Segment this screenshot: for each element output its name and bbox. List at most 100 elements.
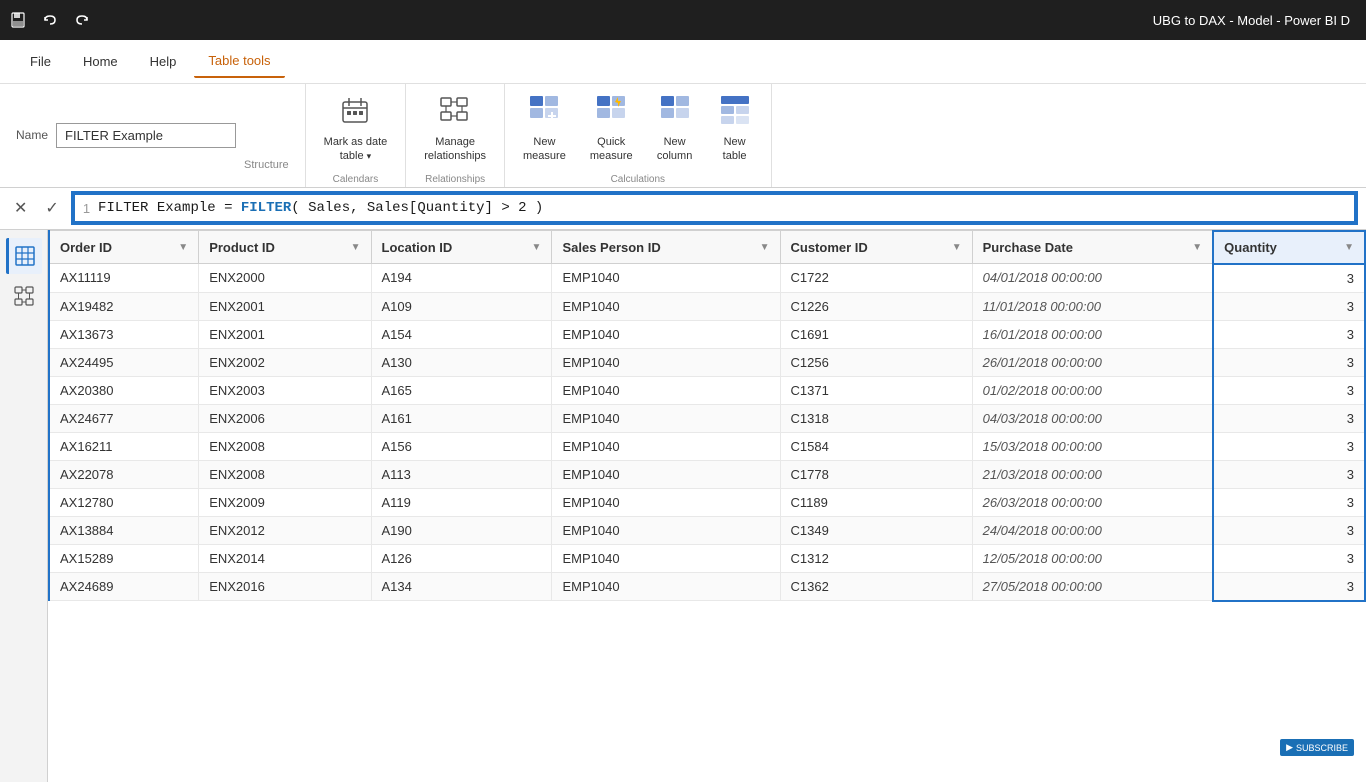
- cell-customer-id: C1318: [780, 404, 972, 432]
- undo-icon[interactable]: [40, 10, 60, 30]
- title-bar: UBG to DAX - Model - Power BI D: [0, 0, 1366, 40]
- cell-location-id: A190: [371, 516, 552, 544]
- col-label-product-id: Product ID: [209, 240, 275, 255]
- new-measure-icon: [528, 94, 560, 131]
- cell-location-id: A154: [371, 320, 552, 348]
- col-header-quantity[interactable]: Quantity ▼: [1213, 231, 1365, 264]
- mark-date-table-button[interactable]: Mark as datetable ▾: [314, 90, 398, 168]
- cell-sales-person-id: EMP1040: [552, 516, 780, 544]
- cell-sales-person-id: EMP1040: [552, 460, 780, 488]
- col-label-customer-id: Customer ID: [791, 240, 868, 255]
- menu-help[interactable]: Help: [136, 46, 191, 77]
- cell-location-id: A126: [371, 544, 552, 572]
- cell-location-id: A109: [371, 292, 552, 320]
- data-table: Order ID ▼ Product ID ▼ Location ID: [48, 230, 1366, 602]
- cell-location-id: A161: [371, 404, 552, 432]
- cell-location-id: A113: [371, 460, 552, 488]
- sort-icon-customer-id[interactable]: ▼: [952, 242, 962, 253]
- table-row: AX15289ENX2014A126EMP1040C131212/05/2018…: [49, 544, 1365, 572]
- calculations-section-label: Calculations: [611, 170, 665, 187]
- manage-relationships-button[interactable]: Managerelationships: [414, 90, 496, 168]
- cell-customer-id: C1349: [780, 516, 972, 544]
- cell-order-id: AX24689: [49, 572, 199, 601]
- cell-order-id: AX20380: [49, 376, 199, 404]
- menu-file[interactable]: File: [16, 46, 65, 77]
- cell-sales-person-id: EMP1040: [552, 572, 780, 601]
- cell-sales-person-id: EMP1040: [552, 432, 780, 460]
- cell-product-id: ENX2014: [199, 544, 371, 572]
- cell-purchase-date: 04/01/2018 00:00:00: [972, 264, 1213, 293]
- cell-order-id: AX16211: [49, 432, 199, 460]
- formula-input-wrapper: 1 FILTER Example = FILTER( Sales, Sales[…: [71, 191, 1358, 225]
- menu-bar: File Home Help Table tools: [0, 40, 1366, 84]
- new-column-button[interactable]: Newcolumn: [647, 90, 703, 168]
- quick-measure-icon: [595, 94, 627, 131]
- subscribe-badge[interactable]: ▶ SUBSCRIBE: [1280, 739, 1354, 756]
- sort-icon-order-id[interactable]: ▼: [178, 242, 188, 253]
- cell-quantity: 3: [1213, 488, 1365, 516]
- menu-home[interactable]: Home: [69, 46, 132, 77]
- col-header-customer-id[interactable]: Customer ID ▼: [780, 231, 972, 264]
- name-label: Name: [16, 128, 48, 142]
- save-icon[interactable]: [8, 10, 28, 30]
- cell-purchase-date: 24/04/2018 00:00:00: [972, 516, 1213, 544]
- ribbon-buttons-calculations: Newmeasure Quickmeasure: [513, 90, 763, 170]
- cell-order-id: AX11119: [49, 264, 199, 293]
- table-row: AX24495ENX2002A130EMP1040C125626/01/2018…: [49, 348, 1365, 376]
- sort-icon-sales-person-id[interactable]: ▼: [760, 242, 770, 253]
- cell-purchase-date: 12/05/2018 00:00:00: [972, 544, 1213, 572]
- cell-customer-id: C1584: [780, 432, 972, 460]
- cell-order-id: AX24677: [49, 404, 199, 432]
- cell-location-id: A156: [371, 432, 552, 460]
- cell-product-id: ENX2001: [199, 320, 371, 348]
- cell-product-id: ENX2000: [199, 264, 371, 293]
- name-input[interactable]: [56, 123, 236, 148]
- formula-confirm-button[interactable]: ✓: [39, 196, 64, 220]
- formula-cancel-button[interactable]: ✕: [8, 196, 33, 220]
- menu-table-tools[interactable]: Table tools: [194, 45, 284, 78]
- new-table-button[interactable]: Newtable: [707, 90, 763, 168]
- cell-quantity: 3: [1213, 348, 1365, 376]
- cell-customer-id: C1226: [780, 292, 972, 320]
- cell-purchase-date: 01/02/2018 00:00:00: [972, 376, 1213, 404]
- col-header-sales-person-id[interactable]: Sales Person ID ▼: [552, 231, 780, 264]
- cell-sales-person-id: EMP1040: [552, 544, 780, 572]
- structure-label: Structure: [244, 159, 289, 171]
- cell-order-id: AX19482: [49, 292, 199, 320]
- ribbon-name-group: Name Structure: [0, 84, 306, 187]
- col-header-order-id[interactable]: Order ID ▼: [49, 231, 199, 264]
- ribbon-section-relationships: Managerelationships Relationships: [406, 84, 505, 187]
- col-header-product-id[interactable]: Product ID ▼: [199, 231, 371, 264]
- sidebar-icon-table-view[interactable]: [6, 238, 42, 274]
- sort-icon-purchase-date[interactable]: ▼: [1192, 242, 1202, 253]
- cell-purchase-date: 26/03/2018 00:00:00: [972, 488, 1213, 516]
- sidebar-icon-model-view[interactable]: [6, 278, 42, 314]
- cell-product-id: ENX2003: [199, 376, 371, 404]
- table-row: AX13673ENX2001A154EMP1040C169116/01/2018…: [49, 320, 1365, 348]
- quick-measure-button[interactable]: Quickmeasure: [580, 90, 643, 168]
- table-row: AX16211ENX2008A156EMP1040C158415/03/2018…: [49, 432, 1365, 460]
- sort-icon-quantity[interactable]: ▼: [1344, 242, 1354, 253]
- cell-purchase-date: 16/01/2018 00:00:00: [972, 320, 1213, 348]
- sort-icon-product-id[interactable]: ▼: [351, 242, 361, 253]
- ribbon-section-calendars: Mark as datetable ▾ Calendars: [306, 84, 407, 187]
- cell-product-id: ENX2009: [199, 488, 371, 516]
- sort-icon-location-id[interactable]: ▼: [532, 242, 542, 253]
- col-label-quantity: Quantity: [1224, 240, 1277, 255]
- col-header-location-id[interactable]: Location ID ▼: [371, 231, 552, 264]
- redo-icon[interactable]: [72, 10, 92, 30]
- cell-purchase-date: 21/03/2018 00:00:00: [972, 460, 1213, 488]
- new-table-label: Newtable: [723, 135, 747, 164]
- new-measure-label: Newmeasure: [523, 135, 566, 164]
- cell-purchase-date: 26/01/2018 00:00:00: [972, 348, 1213, 376]
- ribbon-buttons-relationships: Managerelationships: [414, 90, 496, 170]
- col-header-purchase-date[interactable]: Purchase Date ▼: [972, 231, 1213, 264]
- new-column-label: Newcolumn: [657, 135, 692, 164]
- ribbon: Name Structure Mark as datetab: [0, 84, 1366, 188]
- cell-quantity: 3: [1213, 320, 1365, 348]
- cell-product-id: ENX2008: [199, 460, 371, 488]
- formula-input[interactable]: 1 FILTER Example = FILTER( Sales, Sales[…: [73, 193, 1356, 223]
- cell-location-id: A194: [371, 264, 552, 293]
- new-measure-button[interactable]: Newmeasure: [513, 90, 576, 168]
- cell-quantity: 3: [1213, 292, 1365, 320]
